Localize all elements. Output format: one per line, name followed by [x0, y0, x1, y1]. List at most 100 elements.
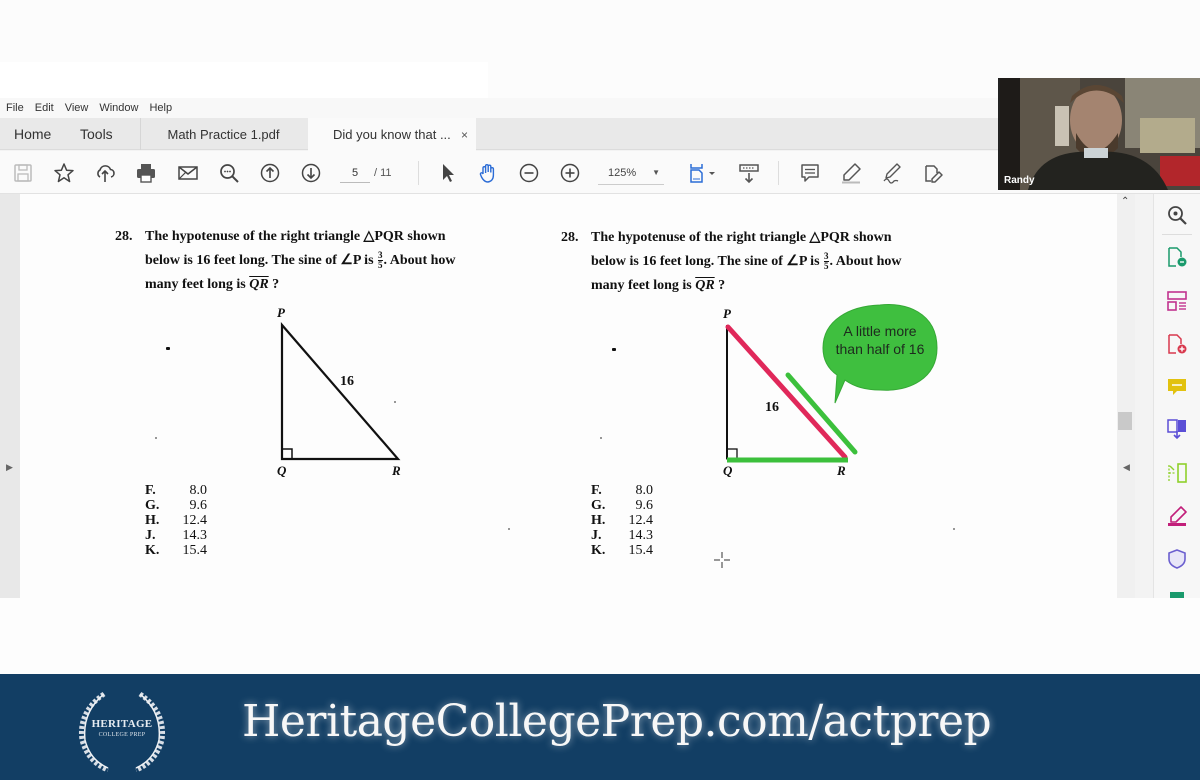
collapse-right-pane-icon[interactable]: ◀ — [1123, 462, 1130, 473]
scan-speck — [166, 347, 170, 350]
menu-edit[interactable]: Edit — [35, 102, 54, 114]
laurel-wreath-icon — [78, 691, 166, 773]
vertex-p-label: P — [723, 306, 731, 321]
zoom-level-select[interactable]: 125% ▼ — [598, 163, 664, 185]
question-number: 28. — [561, 230, 579, 245]
vertex-q-label: Q — [723, 463, 733, 478]
banner-url[interactable]: HeritageCollegePrep.com/actprep — [242, 696, 992, 747]
question-line-3: many feet long is QR ? — [145, 277, 280, 292]
choice-h[interactable]: H. 12.4 — [145, 513, 207, 528]
tab-math-practice[interactable]: Math Practice 1.pdf — [140, 118, 306, 150]
fit-page-icon[interactable] — [686, 160, 720, 186]
choice-j[interactable]: J. 14.3 — [145, 528, 207, 543]
scrollbar-thumb[interactable] — [1118, 412, 1132, 430]
tab-home[interactable]: Home — [14, 118, 51, 150]
question-line-2: below is 16 feet long. The sine of ∠P is… — [591, 251, 902, 272]
choice-j[interactable]: J. 14.3 — [591, 528, 653, 543]
logo-line-2: COLLEGE PREP — [98, 732, 146, 738]
choice-k[interactable]: K. 15.4 — [145, 543, 207, 558]
vertex-q-label: Q — [277, 463, 287, 478]
choice-f[interactable]: F. 8.0 — [591, 483, 653, 498]
zoom-out-icon[interactable] — [516, 160, 542, 186]
export-pdf-icon[interactable] — [1166, 246, 1188, 268]
answer-choices: F. 8.0 G. 9.6 H. 12.4 J. 14.3 K. 15.4 — [591, 483, 653, 558]
webcam-feed — [1000, 78, 1200, 190]
scan-speck — [612, 348, 616, 351]
sign-icon[interactable] — [879, 160, 905, 186]
page-total: / 11 — [374, 167, 392, 179]
select-cursor-icon[interactable] — [435, 160, 461, 186]
zoom-in-icon[interactable] — [557, 160, 583, 186]
comment-icon[interactable] — [797, 160, 823, 186]
menu-window[interactable]: Window — [99, 102, 138, 114]
choice-h[interactable]: H. 12.4 — [591, 513, 653, 528]
tab-active-label: Did you know that ... — [333, 127, 451, 142]
fraction: 35 — [824, 251, 829, 272]
combine-files-icon[interactable] — [1166, 418, 1188, 440]
question-line-1: The hypotenuse of the right triangle △PQ… — [145, 229, 446, 244]
page-up-icon[interactable] — [257, 160, 283, 186]
menu-view[interactable]: View — [65, 102, 89, 114]
scan-speck — [600, 437, 602, 439]
question-line-1: The hypotenuse of the right triangle △PQ… — [591, 230, 892, 245]
scan-speck — [508, 528, 510, 530]
highlight-icon[interactable] — [838, 160, 864, 186]
logo-line-1: HERITAGE — [91, 718, 153, 730]
page-down-icon[interactable] — [298, 160, 324, 186]
vertex-r-label: R — [837, 463, 846, 478]
fraction: 35 — [378, 250, 383, 271]
choice-g[interactable]: G. 9.6 — [591, 498, 653, 513]
panel-divider — [1162, 234, 1192, 235]
hand-tool-icon[interactable] — [475, 160, 501, 186]
bubble-text: A little more than half of 16 — [835, 323, 925, 357]
scroll-mode-icon[interactable] — [736, 160, 762, 186]
fill-and-sign-icon[interactable] — [1166, 505, 1188, 527]
vertex-r-label: R — [392, 463, 401, 478]
toolbar-divider — [418, 161, 419, 185]
left-nav-pane[interactable]: ▶ — [0, 194, 20, 598]
answer-choices: F. 8.0 G. 9.6 H. 12.4 J. 14.3 K. 15.4 — [145, 483, 207, 558]
expand-left-pane-icon[interactable]: ▶ — [6, 462, 13, 473]
triangle-diagram — [280, 322, 401, 461]
upload-cloud-icon[interactable] — [92, 160, 118, 186]
tab-active-document[interactable]: Did you know that ... × — [308, 118, 476, 151]
question-body: The hypotenuse of the right triangle △PQ… — [591, 226, 983, 298]
more-tools-icon[interactable] — [1166, 590, 1188, 598]
choice-g[interactable]: G. 9.6 — [145, 498, 207, 513]
scan-speck — [155, 437, 157, 439]
search-zoom-icon[interactable] — [216, 160, 242, 186]
organize-pages-icon[interactable] — [1166, 290, 1188, 312]
menu-help[interactable]: Help — [149, 102, 172, 114]
save-icon[interactable] — [10, 160, 36, 186]
scan-speck — [394, 401, 396, 403]
menu-file[interactable]: File — [6, 102, 24, 114]
close-tab-icon[interactable]: × — [461, 128, 468, 142]
question-line-2: below is 16 feet long. The sine of ∠P is… — [145, 250, 456, 271]
choice-f[interactable]: F. 8.0 — [145, 483, 207, 498]
email-icon[interactable] — [175, 160, 201, 186]
right-angle-mark — [281, 448, 293, 460]
compress-pdf-icon[interactable] — [1166, 462, 1188, 484]
page-number-input[interactable]: 5 — [340, 163, 370, 183]
bookmark-star-icon[interactable] — [51, 160, 77, 186]
tab-tools[interactable]: Tools — [80, 118, 113, 150]
protect-shield-icon[interactable] — [1166, 548, 1188, 570]
question-number: 28. — [115, 229, 133, 244]
hypotenuse-label: 16 — [765, 400, 779, 415]
question-body: The hypotenuse of the right triangle △PQ… — [145, 225, 537, 297]
print-icon[interactable] — [133, 160, 159, 186]
zoom-search-icon[interactable] — [1166, 204, 1188, 226]
promo-banner: HERITAGE COLLEGE PREP HeritageCollegePre… — [0, 674, 1200, 780]
zoom-level-value: 125% — [608, 167, 637, 179]
create-pdf-icon[interactable] — [1166, 333, 1188, 355]
comment-tool-icon[interactable] — [1166, 376, 1188, 398]
participant-name: Randy — [1004, 175, 1035, 186]
choice-k[interactable]: K. 15.4 — [591, 543, 653, 558]
fill-sign-icon[interactable] — [920, 160, 946, 186]
parallel-highlight — [785, 372, 858, 455]
question-line-3: many feet long is QR ? — [591, 278, 726, 293]
hypotenuse-label: 16 — [340, 374, 354, 389]
toolbar-divider — [778, 161, 779, 185]
vertical-scrollbar[interactable]: ⌃ ◀ — [1117, 194, 1135, 598]
scroll-up-icon[interactable]: ⌃ — [1121, 196, 1129, 207]
